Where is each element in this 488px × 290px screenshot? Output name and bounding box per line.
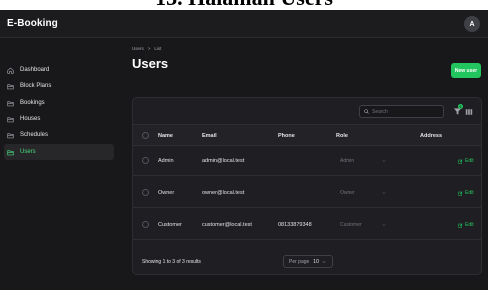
user-phone: 08133879348	[278, 222, 312, 228]
page-caption: 13. Halaman Users	[0, 0, 488, 10]
folder-icon	[7, 100, 14, 106]
users-table-card: 0 Name Email Phone Role Address Admin ad…	[132, 97, 482, 275]
caption-text: 13. Halaman Users	[0, 0, 488, 10]
edit-label: Edit	[465, 158, 474, 164]
row-checkbox[interactable]	[142, 189, 149, 196]
chevron-down-icon	[382, 160, 386, 162]
folder-icon	[7, 132, 14, 138]
breadcrumb-users-link[interactable]: Users	[132, 46, 144, 51]
sidebar-item-dashboard[interactable]: Dashboard	[4, 62, 114, 78]
results-summary: Showing 1 to 3 of 3 results	[142, 259, 201, 265]
table-toolbar: 0	[133, 98, 481, 125]
table-footer: Showing 1 to 3 of 3 results Per page 10	[133, 248, 481, 274]
user-name: Customer	[158, 222, 182, 228]
sidebar-item-label: Block Plans	[20, 83, 52, 89]
column-header-address[interactable]: Address	[420, 133, 442, 139]
folder-icon	[7, 116, 14, 122]
sidebar-item-label: Users	[20, 149, 36, 155]
chevron-down-icon	[322, 260, 326, 263]
sidebar-item-bookings[interactable]: Bookings	[4, 95, 114, 111]
per-page-select[interactable]: Per page 10	[283, 255, 333, 268]
user-avatar[interactable]: A	[464, 16, 480, 32]
columns-icon[interactable]	[465, 108, 473, 116]
table-row: Admin admin@local.test Admin Edit	[133, 146, 481, 176]
chevron-down-icon	[382, 224, 386, 226]
role-select[interactable]: Admin	[340, 158, 386, 164]
breadcrumb-current: List	[154, 46, 162, 51]
top-bar: E-Booking A	[0, 10, 488, 38]
breadcrumb: Users > List	[132, 46, 161, 51]
column-header-email[interactable]: Email	[202, 133, 217, 139]
row-checkbox[interactable]	[142, 157, 149, 164]
role-select[interactable]: Customer	[340, 222, 386, 228]
column-header-name[interactable]: Name	[158, 133, 173, 139]
user-email: customer@local.test	[202, 222, 252, 228]
user-name: Admin	[158, 158, 174, 164]
folder-icon	[7, 149, 14, 155]
edit-label: Edit	[465, 190, 474, 196]
search-input[interactable]	[372, 108, 442, 115]
filter-count-badge: 0	[458, 104, 463, 109]
search-box	[359, 105, 444, 118]
user-name: Owner	[158, 190, 175, 196]
edit-icon	[458, 223, 463, 227]
role-value: Customer	[340, 222, 362, 228]
app-window: E-Booking A Dashboard Block Plans Bookin…	[0, 10, 488, 290]
select-all-checkbox[interactable]	[142, 132, 149, 139]
sidebar-item-label: Dashboard	[20, 67, 50, 73]
page-title: Users	[132, 56, 169, 71]
sidebar-item-label: Schedules	[20, 132, 49, 138]
sidebar-item-label: Houses	[20, 116, 41, 122]
breadcrumb-separator: >	[147, 46, 151, 51]
role-select[interactable]: Owner	[340, 190, 386, 196]
edit-user-link[interactable]: Edit	[458, 158, 474, 164]
user-email: owner@local.test	[202, 190, 245, 196]
role-value: Admin	[340, 158, 355, 164]
edit-label: Edit	[465, 222, 474, 228]
sidebar-item-schedules[interactable]: Schedules	[4, 127, 114, 143]
edit-icon	[458, 159, 463, 163]
edit-user-link[interactable]: Edit	[458, 190, 474, 196]
per-page-label: Per page	[289, 258, 310, 265]
edit-icon	[458, 191, 463, 195]
table-row: Customer customer@local.test 08133879348…	[133, 210, 481, 240]
sidebar-item-block-plans[interactable]: Block Plans	[4, 78, 114, 94]
search-icon	[364, 109, 369, 114]
table-header: Name Email Phone Role Address	[133, 125, 481, 146]
folder-icon	[7, 83, 14, 89]
chevron-down-icon	[382, 192, 386, 194]
brand-logo[interactable]: E-Booking	[7, 18, 58, 29]
table-row: Owner owner@local.test Owner Edit	[133, 178, 481, 208]
sidebar-item-users[interactable]: Users	[4, 144, 114, 160]
sidebar: Dashboard Block Plans Bookings Houses Sc…	[0, 38, 122, 290]
edit-user-link[interactable]: Edit	[458, 222, 474, 228]
column-header-phone[interactable]: Phone	[278, 133, 295, 139]
role-value: Owner	[340, 190, 355, 196]
per-page-value: 10	[313, 258, 319, 265]
user-email: admin@local.test	[202, 158, 245, 164]
column-header-role[interactable]: Role	[336, 133, 348, 139]
main-content: Users > List Users New user 0 Name Email…	[122, 38, 488, 290]
home-icon	[7, 67, 14, 74]
new-user-button[interactable]: New user	[451, 63, 481, 78]
row-checkbox[interactable]	[142, 221, 149, 228]
sidebar-item-houses[interactable]: Houses	[4, 111, 114, 127]
sidebar-item-label: Bookings	[20, 100, 45, 106]
